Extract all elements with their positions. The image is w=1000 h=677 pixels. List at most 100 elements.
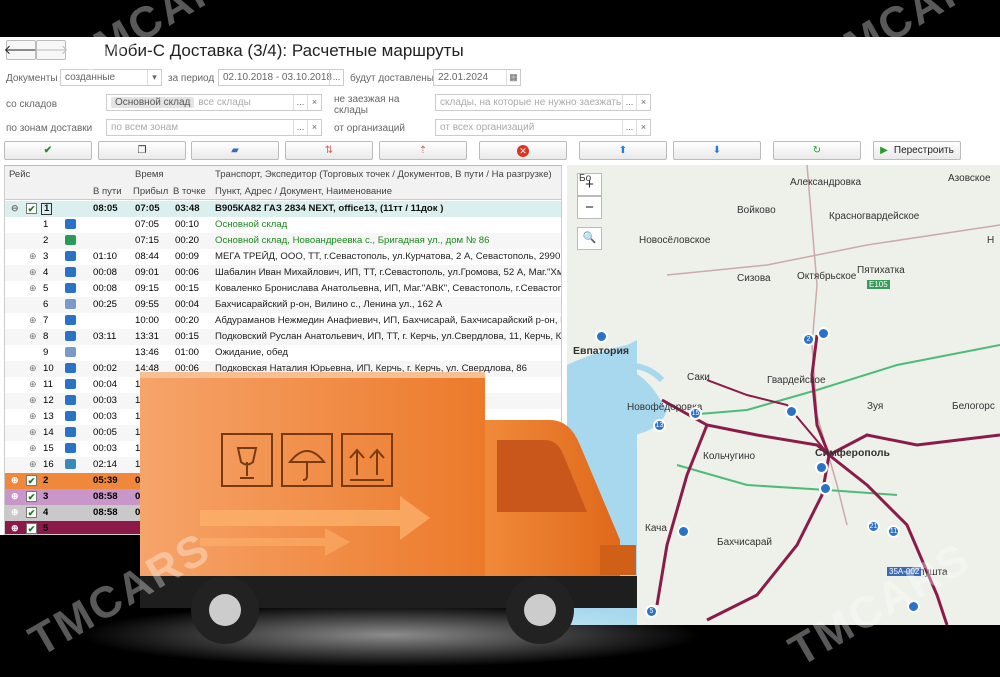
route-row[interactable]: ⊕ ✔ 4 08:58 0 xyxy=(5,505,561,521)
stop-marker[interactable] xyxy=(815,461,828,474)
routes-grid[interactable]: Рейс Время Транспорт, Экспедитор (Торгов… xyxy=(4,165,562,535)
period-field[interactable]: 02.10.2018 - 03.10.2018... xyxy=(218,69,344,86)
truck-assign-button[interactable]: ▰ xyxy=(191,141,279,160)
expand-icon[interactable]: ⊕ xyxy=(11,507,19,518)
delete-button[interactable]: ✕ xyxy=(479,141,567,160)
copy-button[interactable]: ❐ xyxy=(98,141,186,160)
move-down-button[interactable]: ⬇ xyxy=(673,141,761,160)
stop-row[interactable]: ⊕ 8 03:11 13:31 00:15 Подковский Руслан Анато… xyxy=(5,329,561,345)
warehouses-field[interactable]: Основной склад все склады... × xyxy=(106,94,322,111)
stop-marker[interactable]: 15 xyxy=(689,407,702,420)
route-checkbox[interactable]: ✔ xyxy=(26,491,37,502)
refresh-button[interactable]: ↻ xyxy=(773,141,861,160)
stop-marker[interactable]: 11 xyxy=(887,525,900,538)
expand-icon[interactable]: ⊕ xyxy=(29,395,37,406)
zones-field[interactable]: по всем зонам... × xyxy=(106,119,322,136)
route-row[interactable]: ⊕ ✔ 5 xyxy=(5,521,561,534)
orgs-field[interactable]: от всех организаций... × xyxy=(435,119,651,136)
stop-row[interactable]: ⊕ 15 00:03 15: xyxy=(5,441,561,457)
rebuild-button[interactable]: ▶ Перестроить xyxy=(873,141,961,160)
stop-row[interactable]: ⊕ 3 01:10 08:44 00:09 МЕГА ТРЕЙД, ООО, ТТ, г.… xyxy=(5,249,561,265)
route-row[interactable]: ⊕ ✔ 3 08:58 0 xyxy=(5,489,561,505)
map-search-button[interactable]: 🔍 xyxy=(577,227,602,250)
stop-row[interactable]: 1 07:05 00:10 Основной склад xyxy=(5,217,561,233)
stop-marker[interactable] xyxy=(819,482,832,495)
expand-icon[interactable]: ⊕ xyxy=(29,331,37,342)
sort-down-button[interactable]: ⇅ xyxy=(285,141,373,160)
expand-icon[interactable]: ⊕ xyxy=(11,491,19,502)
back-button[interactable]: 🡐 xyxy=(4,40,38,60)
warehouses-select-button[interactable]: ... xyxy=(293,95,307,110)
close-icon[interactable]: × xyxy=(636,95,650,110)
expand-icon[interactable]: ⊕ xyxy=(29,459,37,470)
town-label: Новосёловское xyxy=(639,235,711,246)
stop-row[interactable]: ⊕ 16 02:14 18: xyxy=(5,457,561,473)
warehouse-chip[interactable]: Основной склад xyxy=(111,97,195,108)
expand-icon[interactable]: ⊕ xyxy=(29,411,37,422)
stop-number: 14 xyxy=(43,427,54,438)
header-at-point[interactable]: В точке xyxy=(173,186,206,197)
header-time[interactable]: Время xyxy=(135,169,164,180)
route-group-row[interactable]: ⊖ ✔ 1 08:05 07:05 03:48 В905КА82 ГАЗ 283… xyxy=(5,201,561,217)
zones-select-button[interactable]: ... xyxy=(293,120,307,135)
stop-marker[interactable]: 2 xyxy=(802,333,815,346)
stop-row[interactable]: ⊕ 7 10:00 00:20 Абдураманов Нежмедин Анафиев… xyxy=(5,313,561,329)
stop-row[interactable]: ⊕ 10 00:02 14:48 00:06 Подковская Наталия Юрь… xyxy=(5,361,561,377)
stop-row[interactable]: ⊕ 14 00:05 15: Керчь, Керчь xyxy=(5,425,561,441)
close-icon[interactable]: × xyxy=(307,120,321,135)
collapse-icon[interactable]: ⊖ xyxy=(11,203,19,214)
expand-icon[interactable]: ⊕ xyxy=(29,251,37,262)
not-visiting-field[interactable]: склады, на которые не нужно заезжать... × xyxy=(435,94,651,111)
calendar-icon[interactable]: ▦ xyxy=(506,70,520,85)
expand-icon[interactable]: ⊕ xyxy=(29,363,37,374)
header-route[interactable]: Рейс xyxy=(9,169,30,180)
stop-marker[interactable] xyxy=(817,327,830,340)
orgs-select-button[interactable]: ... xyxy=(622,120,636,135)
stop-marker[interactable] xyxy=(595,330,608,343)
stop-marker[interactable]: 13 xyxy=(653,419,666,432)
stop-marker[interactable]: 5 xyxy=(645,605,658,618)
header-arrived[interactable]: Прибыл xyxy=(133,186,168,197)
stop-marker[interactable]: 21 xyxy=(867,520,880,533)
route-checkbox[interactable]: ✔ xyxy=(26,507,37,518)
stop-row[interactable]: ⊕ 4 00:08 09:01 00:06 Шабалин Иван Михайлович… xyxy=(5,265,561,281)
stop-row[interactable]: ⊕ 5 00:08 09:15 00:15 Коваленко Бронислава Ан… xyxy=(5,281,561,297)
header-on-way[interactable]: В пути xyxy=(93,186,122,197)
route-checkbox[interactable]: ✔ xyxy=(26,203,37,214)
stop-type-icon xyxy=(65,299,76,309)
stop-row[interactable]: ⊕ 11 00:04 14: денного, 7 xyxy=(5,377,561,393)
town-label: Зуя xyxy=(867,401,884,412)
stop-row[interactable]: ⊕ 13 00:03 15: енная, 23 А, Маг."С xyxy=(5,409,561,425)
expand-icon[interactable]: ⊕ xyxy=(29,283,37,294)
expand-icon[interactable]: ⊕ xyxy=(11,523,19,534)
zoom-out-button[interactable]: − xyxy=(577,196,602,219)
close-icon[interactable]: × xyxy=(307,95,321,110)
chevron-down-icon[interactable]: ▾ xyxy=(147,70,161,85)
stop-row[interactable]: 9 13:46 01:00 Ожидание, обед xyxy=(5,345,561,361)
stop-marker[interactable] xyxy=(677,525,690,538)
route-row[interactable]: ⊕ ✔ 2 05:39 0 xyxy=(5,473,561,489)
stop-row[interactable]: ⊕ 12 00:03 15: рчь ул.Ворошило xyxy=(5,393,561,409)
stop-row[interactable]: 2 07:15 00:20 Основной склад, Новоандреевка… xyxy=(5,233,561,249)
not-visiting-select-button[interactable]: ... xyxy=(622,95,636,110)
move-up-button[interactable]: ⬆ xyxy=(579,141,667,160)
on-way-cell: 00:03 xyxy=(93,411,118,422)
route-checkbox[interactable]: ✔ xyxy=(26,475,37,486)
stop-marker[interactable] xyxy=(785,405,798,418)
approve-button[interactable]: ✔ xyxy=(4,141,92,160)
delivered-label: будут доставлены xyxy=(350,73,434,84)
stop-row[interactable]: 6 00:25 09:55 00:04 Бахчисарайский р-он, Вил… xyxy=(5,297,561,313)
expand-icon[interactable]: ⊕ xyxy=(29,443,37,454)
route-checkbox[interactable]: ✔ xyxy=(26,523,37,534)
header-point-address[interactable]: Пункт, Адрес / Документ, Наименование xyxy=(215,186,392,197)
expand-icon[interactable]: ⊕ xyxy=(29,379,37,390)
sort-up-button[interactable]: ⇡ xyxy=(379,141,467,160)
period-select-button[interactable]: ... xyxy=(329,70,343,85)
close-icon[interactable]: × xyxy=(636,120,650,135)
expand-icon[interactable]: ⊕ xyxy=(29,427,37,438)
expand-icon[interactable]: ⊕ xyxy=(29,267,37,278)
expand-icon[interactable]: ⊕ xyxy=(11,475,19,486)
expand-icon[interactable]: ⊕ xyxy=(29,315,37,326)
delivered-date-field[interactable]: 22.01.2024 ▦ xyxy=(433,69,521,86)
header-transport[interactable]: Транспорт, Экспедитор (Торговых точек / … xyxy=(215,169,561,180)
